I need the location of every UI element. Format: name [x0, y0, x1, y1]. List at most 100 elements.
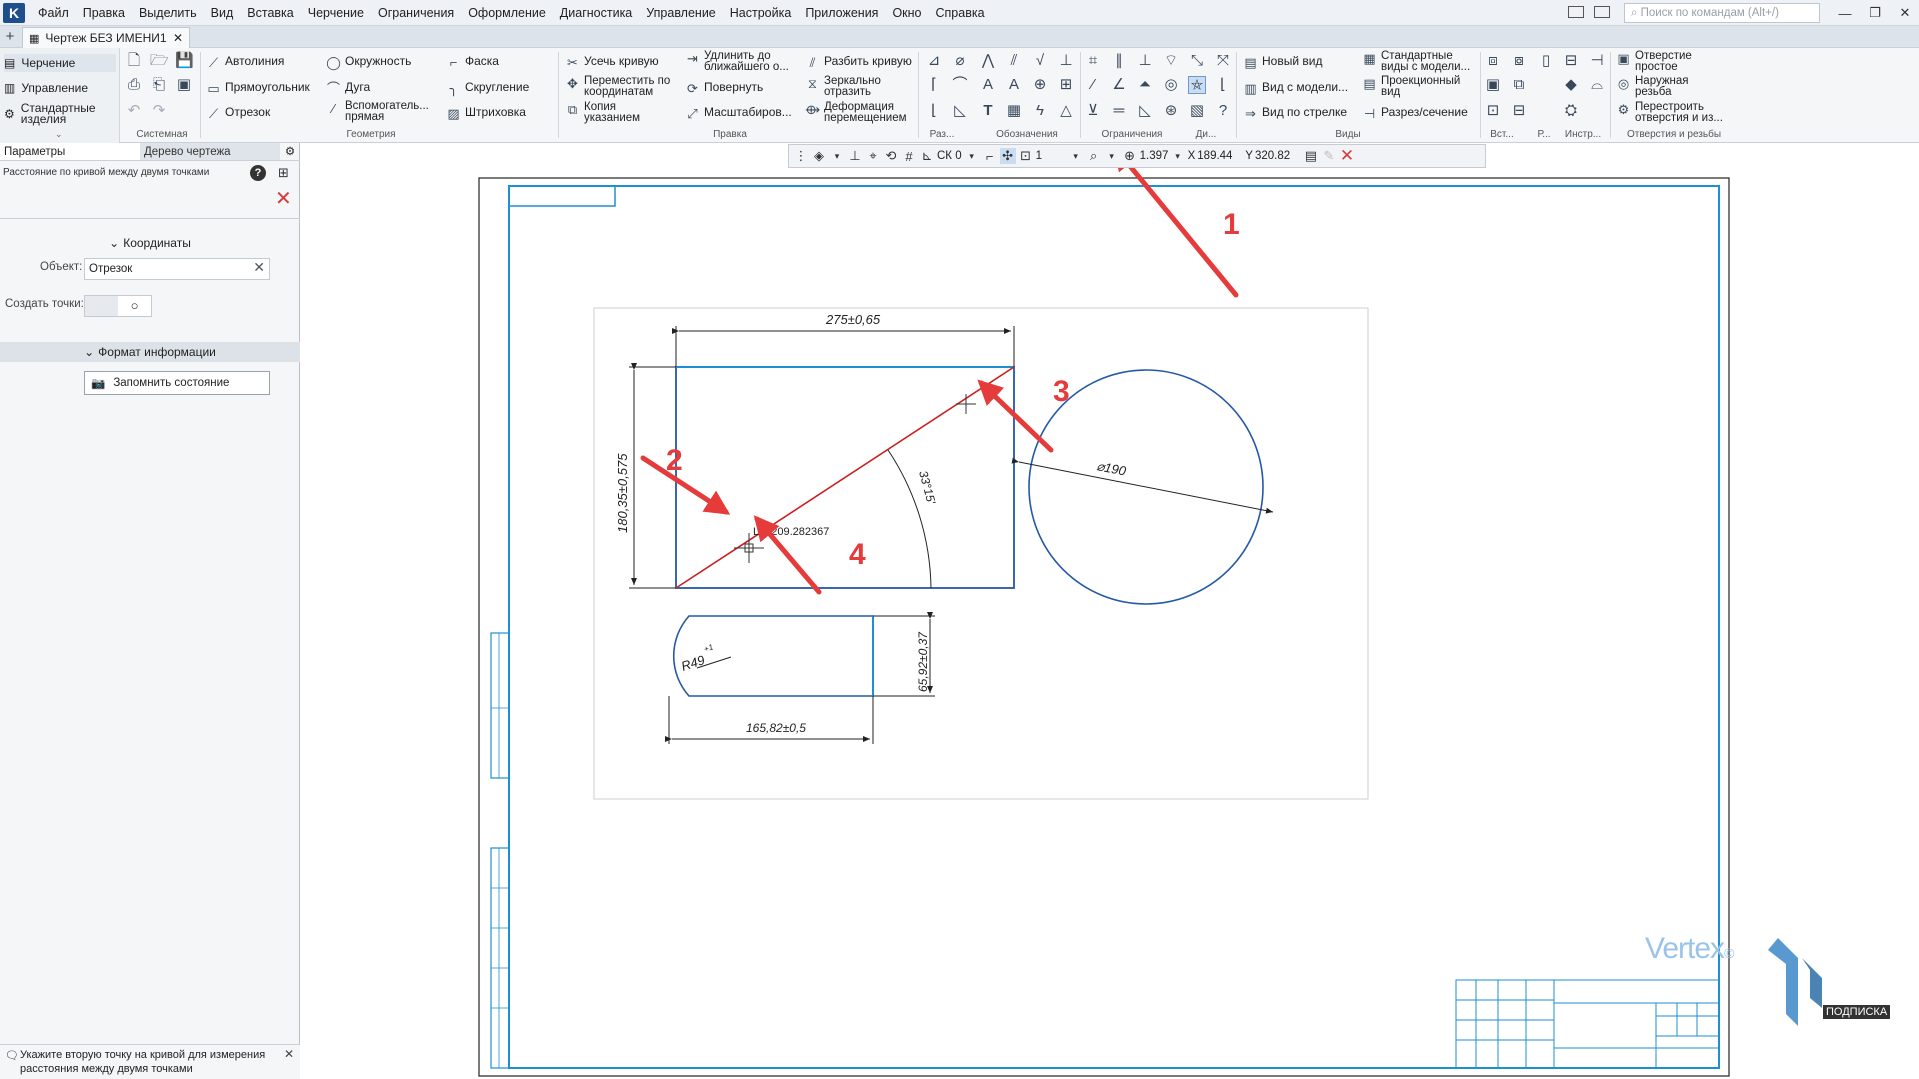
- menu-management[interactable]: Управление: [639, 0, 723, 26]
- diameter-dimension-icon[interactable]: ⌀: [951, 52, 969, 70]
- clear-icon[interactable]: ✕: [253, 260, 265, 274]
- perpendicular-icon[interactable]: ⊥: [1136, 52, 1154, 70]
- arc-button[interactable]: ⌒ Дуга: [326, 81, 370, 96]
- coordinate-system[interactable]: СК 0: [937, 150, 962, 162]
- section-info-format[interactable]: ⌄ Формат информации: [0, 342, 300, 362]
- fillet-button[interactable]: ╮ Скругление: [446, 81, 530, 96]
- grid-icon[interactable]: #: [901, 149, 917, 164]
- split-button[interactable]: ⫽ Разбить кривую: [805, 55, 912, 70]
- table-icon[interactable]: ▦: [1005, 102, 1023, 120]
- close-tab-icon[interactable]: ✕: [173, 31, 183, 45]
- close-icon[interactable]: ✕: [1890, 5, 1919, 21]
- hatch-button[interactable]: ▨ Штриховка: [446, 106, 526, 121]
- help-icon[interactable]: ?: [250, 165, 266, 181]
- document-tab[interactable]: ▦ Чертеж БЕЗ ИМЕНИ1 ✕: [22, 27, 190, 48]
- zoom-in-icon[interactable]: ⊕: [1122, 148, 1138, 164]
- snap-mode-icon[interactable]: ◈: [811, 148, 827, 164]
- trim-button[interactable]: ✂ Усечь кривую: [565, 55, 659, 70]
- rebuild-holes-button[interactable]: ⚙ Перестроить отверстия и из...: [1616, 101, 1736, 124]
- insert-object-icon[interactable]: ⧉: [1510, 76, 1528, 94]
- merge-icon[interactable]: ⊛: [1162, 102, 1180, 120]
- circle-button[interactable]: ◯ Окружность: [326, 55, 411, 70]
- step-value[interactable]: 1: [1036, 150, 1066, 162]
- symmetry-icon[interactable]: ⏶: [1136, 76, 1154, 94]
- mass-icon[interactable]: ⤧: [1214, 52, 1232, 70]
- menu-window[interactable]: Окно: [885, 0, 928, 26]
- dropdown-icon[interactable]: ▾: [964, 151, 980, 162]
- concentric-icon[interactable]: ◎: [1162, 76, 1180, 94]
- dropdown-icon[interactable]: ▾: [1170, 151, 1186, 162]
- create-points-toggle[interactable]: ○: [84, 295, 152, 317]
- arc-dimension-icon[interactable]: ◺: [951, 102, 969, 120]
- calculator-icon[interactable]: ▤: [1303, 148, 1319, 164]
- command-search-input[interactable]: ⌕ Поиск по командам (Alt+/): [1624, 3, 1820, 23]
- insert-image-icon[interactable]: ▣: [1484, 76, 1502, 94]
- horizontal-icon[interactable]: ⊻: [1084, 102, 1102, 120]
- menu-select[interactable]: Выделить: [132, 0, 204, 26]
- segment-button[interactable]: ⟋ Отрезок: [206, 106, 270, 121]
- distance-icon[interactable]: ⤡: [1188, 52, 1206, 70]
- std-views-button[interactable]: ▦ Стандартные виды с модели...: [1362, 50, 1477, 73]
- dropdown-icon[interactable]: ▾: [1068, 151, 1084, 162]
- layout-split-icon[interactable]: [1594, 6, 1610, 18]
- check-icon[interactable]: ▧: [1188, 102, 1206, 120]
- leader-icon[interactable]: ⋀: [979, 52, 997, 70]
- round-icon[interactable]: ⟲: [883, 148, 899, 164]
- print-icon[interactable]: ⎙: [125, 76, 143, 94]
- preview-icon[interactable]: ⎗: [150, 76, 168, 94]
- save-all-icon[interactable]: ▣: [175, 76, 193, 94]
- tab-drawing-tree[interactable]: Дерево чертежа: [140, 143, 280, 160]
- menu-apps[interactable]: Приложения: [798, 0, 885, 26]
- radius-dimension-icon[interactable]: ⌒: [951, 76, 969, 94]
- new-doc-icon[interactable]: 🗋: [125, 52, 143, 70]
- angle-constraint-icon[interactable]: ∠: [1110, 76, 1128, 94]
- tree-view-icon[interactable]: ⊞: [278, 165, 289, 181]
- simple-hole-button[interactable]: ▣ Отверстие простое: [1616, 50, 1726, 73]
- aux-line-button[interactable]: ⁄ Вспомогатель... прямая: [326, 100, 436, 123]
- menu-constraints[interactable]: Ограничения: [371, 0, 461, 26]
- mode-standard-parts[interactable]: ⚙ Стандартные изделия: [4, 102, 116, 126]
- axis-icon[interactable]: △: [1057, 102, 1075, 120]
- x-coordinate[interactable]: 189.44: [1197, 150, 1243, 162]
- zoom-icon[interactable]: ⌕: [1086, 148, 1102, 164]
- menu-help[interactable]: Справка: [929, 0, 992, 26]
- copy-button[interactable]: ⧉ Копия указанием: [565, 101, 665, 124]
- info-icon[interactable]: ?: [1214, 102, 1232, 120]
- vertical-icon[interactable]: ◺: [1136, 102, 1154, 120]
- model-view-button[interactable]: ▥ Вид с модели...: [1243, 81, 1348, 96]
- ortho-icon[interactable]: ⊥: [847, 148, 863, 164]
- roughness-icon[interactable]: √: [1031, 52, 1049, 70]
- tool-1-icon[interactable]: ⊟: [1562, 52, 1580, 70]
- new-tab-icon[interactable]: +: [2, 29, 18, 45]
- ext-thread-button[interactable]: ◎ Наружная резьба: [1616, 75, 1726, 98]
- y-coordinate[interactable]: 320.82: [1255, 150, 1301, 162]
- edit-point-icon[interactable]: ✎: [1321, 148, 1337, 164]
- fix-point-icon[interactable]: ⌗: [1084, 52, 1102, 70]
- text-mark-icon[interactable]: A: [1005, 76, 1023, 94]
- text-leader-icon[interactable]: ⫽: [1005, 52, 1023, 70]
- menu-edit[interactable]: Правка: [76, 0, 132, 26]
- insert-spec-icon[interactable]: ⊡: [1484, 102, 1502, 120]
- insert-macro-icon[interactable]: ⊟: [1510, 102, 1528, 120]
- cs-icon[interactable]: ⊾: [919, 148, 935, 164]
- center-mark-icon[interactable]: ⊕: [1031, 76, 1049, 94]
- arrow-view-button[interactable]: ⇒ Вид по стрелке: [1243, 106, 1347, 121]
- section-coordinates[interactable]: ⌄ Координаты: [0, 233, 300, 253]
- curve-distance-icon[interactable]: ⛤: [1188, 76, 1206, 94]
- tool-5-icon[interactable]: ⛭: [1562, 102, 1580, 120]
- expand-chevron-icon[interactable]: ⌄: [55, 129, 63, 140]
- tool-3-icon[interactable]: ◆: [1562, 76, 1580, 94]
- panel-settings-icon[interactable]: ⚙: [280, 143, 300, 160]
- rotate-button[interactable]: ⟳ Повернуть: [685, 81, 763, 96]
- snap-active-icon[interactable]: ✣: [999, 148, 1016, 164]
- deform-button[interactable]: ⟴ Деформация перемещением: [805, 101, 915, 124]
- chamfer-button[interactable]: ⌐ Фаска: [446, 55, 499, 70]
- app-logo-icon[interactable]: K: [3, 2, 25, 23]
- tangent-icon[interactable]: ⌔: [1162, 52, 1180, 70]
- mode-management[interactable]: ▥ Управление: [4, 79, 116, 97]
- menu-view[interactable]: Вид: [204, 0, 241, 26]
- dropdown-icon[interactable]: ▾: [1104, 151, 1120, 162]
- collinear-icon[interactable]: ⁄: [1084, 76, 1102, 94]
- save-icon[interactable]: 💾: [175, 52, 194, 70]
- object-field[interactable]: Отрезок ✕: [84, 258, 270, 280]
